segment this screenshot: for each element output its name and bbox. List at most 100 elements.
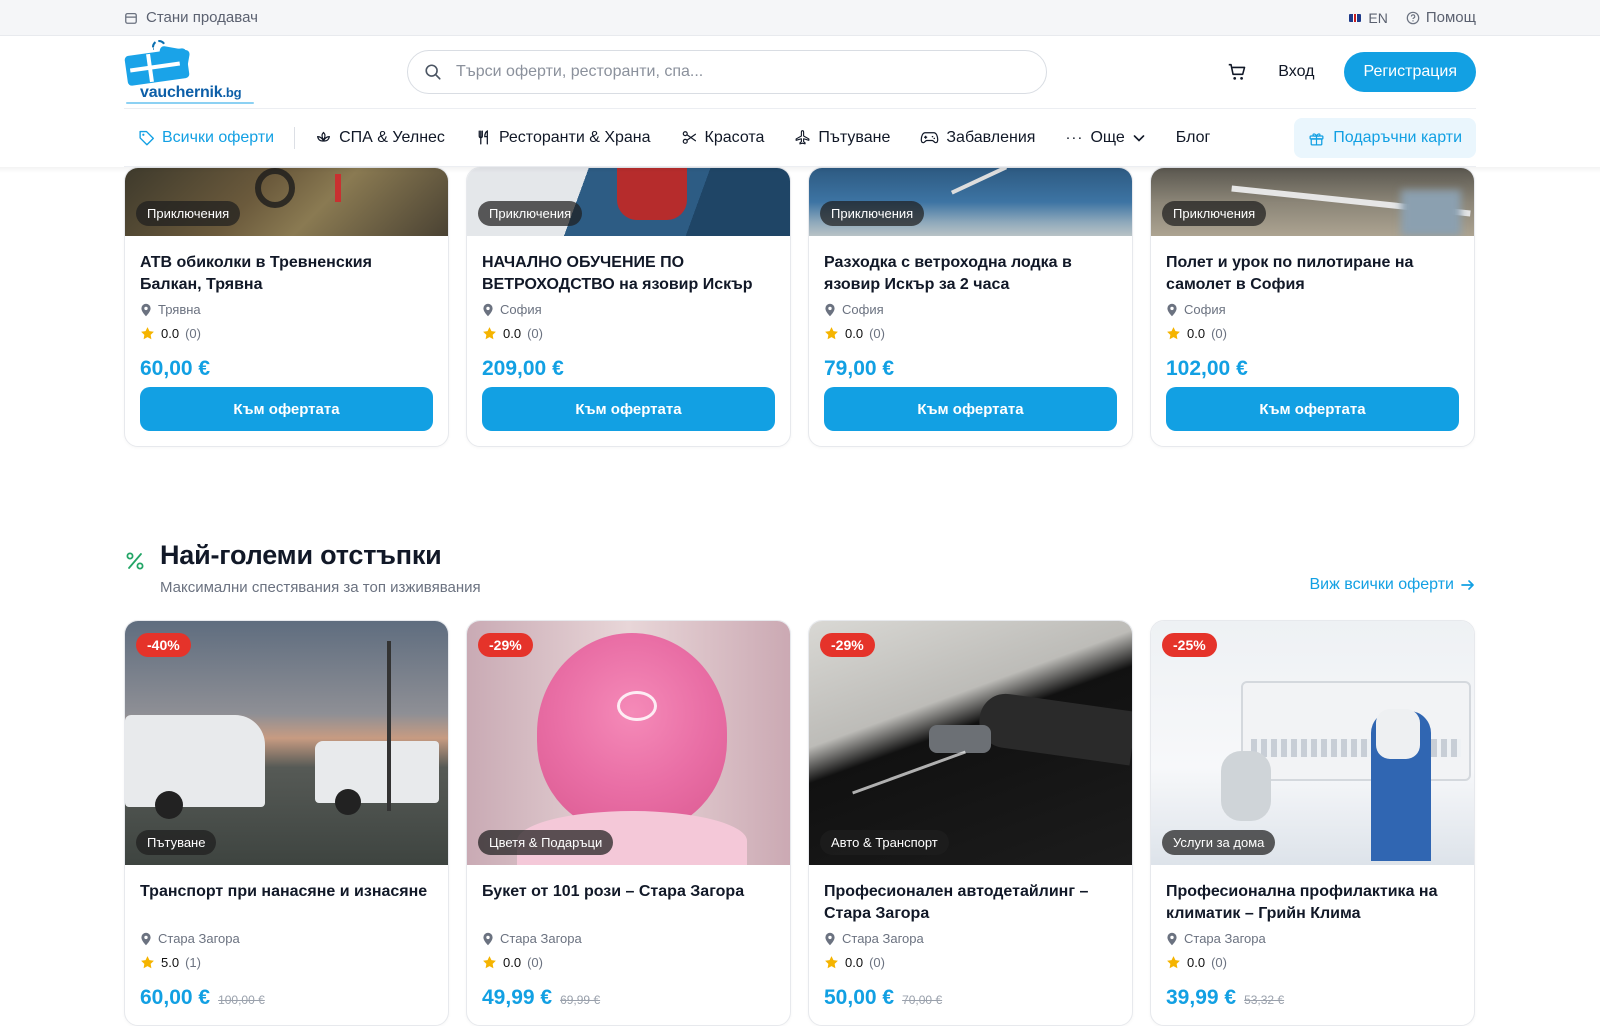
nav-blog[interactable]: Блог bbox=[1176, 129, 1211, 147]
view-offer-button[interactable]: Към офертата bbox=[1166, 387, 1459, 431]
nav-divider bbox=[294, 126, 296, 149]
discount-badge: -40% bbox=[136, 633, 191, 657]
cart-icon[interactable] bbox=[1226, 61, 1248, 83]
gift-cards-button[interactable]: Подаръчни карти bbox=[1294, 118, 1476, 158]
view-offer-button[interactable]: Към офертата bbox=[482, 387, 775, 431]
help-link[interactable]: Помощ bbox=[1406, 9, 1476, 26]
offer-title[interactable]: Полет и урок по пилотиране на самолет в … bbox=[1166, 252, 1459, 296]
discount-badge: -29% bbox=[478, 633, 533, 657]
offer-price: 79,00 € bbox=[824, 357, 895, 380]
star-icon bbox=[141, 956, 154, 969]
category-badge: Приключения bbox=[478, 201, 583, 226]
star-icon bbox=[141, 327, 154, 340]
old-price: 100,00 € bbox=[218, 993, 265, 1007]
offer-card[interactable]: -29% Цветя & Подаръци Букет от 101 рози … bbox=[466, 620, 791, 1026]
site-logo[interactable]: vauchernik.bg bbox=[124, 40, 254, 104]
offer-image: Приключения bbox=[1151, 168, 1474, 236]
offer-title[interactable]: Професионален автодетайлинг – Стара Заго… bbox=[824, 881, 1117, 925]
category-badge: Услуги за дома bbox=[1162, 830, 1276, 855]
location-pin-icon bbox=[1167, 932, 1177, 945]
category-badge: Цветя & Подаръци bbox=[478, 830, 614, 855]
offer-title[interactable]: Букет от 101 рози – Стара Загора bbox=[482, 881, 775, 925]
help-icon bbox=[1406, 11, 1420, 24]
login-link[interactable]: Вход bbox=[1278, 63, 1314, 81]
location-pin-icon bbox=[825, 932, 835, 945]
offer-image: -29% Авто & Транспорт bbox=[809, 621, 1132, 865]
offer-title[interactable]: АТВ обиколки в Тревненския Балкан, Трявн… bbox=[140, 252, 433, 296]
location-pin-icon bbox=[483, 932, 493, 945]
nav-travel[interactable]: Пътуване bbox=[794, 129, 890, 147]
location-pin-icon bbox=[825, 303, 835, 316]
nav-restaurants[interactable]: Ресторанти & Храна bbox=[475, 129, 651, 147]
offer-rating: 0.0 (0) bbox=[482, 326, 775, 341]
offer-location: София bbox=[824, 302, 1117, 317]
search-icon bbox=[425, 64, 441, 80]
offer-title[interactable]: Транспорт при нанасяне и изнасяне bbox=[140, 881, 433, 925]
nav-entertainment[interactable]: Забавления bbox=[920, 129, 1035, 147]
gift-icon bbox=[1309, 132, 1324, 146]
location-pin-icon bbox=[1167, 303, 1177, 316]
nav-spa[interactable]: СПА & Уелнес bbox=[315, 129, 445, 147]
offer-location: Стара Загора bbox=[824, 931, 1117, 946]
category-badge: Пътуване bbox=[136, 830, 217, 855]
nav-more[interactable]: ··· Още bbox=[1065, 129, 1145, 147]
category-badge: Приключения bbox=[820, 201, 925, 226]
old-price: 53,32 € bbox=[1244, 993, 1285, 1007]
offer-card[interactable]: Приключения Полет и урок по пилотиране н… bbox=[1150, 167, 1475, 447]
offer-title[interactable]: Професионална профилактика на климатик –… bbox=[1166, 881, 1459, 925]
star-icon bbox=[483, 956, 496, 969]
language-label: EN bbox=[1368, 9, 1388, 26]
section-subtitle: Максимални спестявания за топ изживявани… bbox=[160, 579, 481, 596]
become-seller-link[interactable]: Стани продавач bbox=[124, 9, 258, 26]
offer-image: -25% Услуги за дома bbox=[1151, 621, 1474, 865]
offer-card[interactable]: -25% Услуги за дома Професионална профил… bbox=[1150, 620, 1475, 1026]
location-pin-icon bbox=[483, 303, 493, 316]
offer-price: 60,00 € bbox=[140, 357, 211, 380]
offer-card[interactable]: -40% Пътуване Транспорт при нанасяне и и… bbox=[124, 620, 449, 1026]
plane-icon bbox=[795, 130, 810, 145]
search-input[interactable] bbox=[456, 63, 1016, 81]
more-dots-icon: ··· bbox=[1065, 129, 1084, 146]
offer-location: Стара Загора bbox=[1166, 931, 1459, 946]
offer-rating: 0.0 (0) bbox=[1166, 955, 1459, 970]
scissors-icon bbox=[682, 131, 696, 144]
offer-card[interactable]: Приключения НАЧАЛНО ОБУЧЕНИЕ ПО ВЕТРОХОД… bbox=[466, 167, 791, 447]
language-switch[interactable]: EN bbox=[1349, 9, 1388, 26]
uk-flag-icon bbox=[1349, 13, 1362, 22]
help-label: Помощ bbox=[1425, 9, 1476, 26]
offer-card[interactable]: Приключения Разходка с ветроходна лодка … bbox=[808, 167, 1133, 447]
offer-image: Приключения bbox=[809, 168, 1132, 236]
view-offer-button[interactable]: Към офертата bbox=[824, 387, 1117, 431]
offer-price: 39,99 € 53,32 € bbox=[1166, 986, 1285, 1009]
search-bar[interactable] bbox=[407, 50, 1047, 94]
view-offer-button[interactable]: Към офертата bbox=[140, 387, 433, 431]
offer-price: 60,00 € 100,00 € bbox=[140, 986, 265, 1009]
offer-price: 49,99 € 69,99 € bbox=[482, 986, 601, 1009]
discount-badge: -29% bbox=[820, 633, 875, 657]
nav-all-offers[interactable]: Всички оферти bbox=[124, 129, 274, 147]
store-icon bbox=[125, 12, 137, 24]
register-button[interactable]: Регистрация bbox=[1344, 52, 1476, 92]
location-pin-icon bbox=[141, 932, 151, 945]
fork-knife-icon bbox=[478, 130, 488, 145]
offer-location: Трявна bbox=[140, 302, 433, 317]
offer-rating: 0.0 (0) bbox=[1166, 326, 1459, 341]
old-price: 70,00 € bbox=[902, 993, 943, 1007]
star-icon bbox=[825, 327, 838, 340]
offer-card[interactable]: -29% Авто & Транспорт Професионален авто… bbox=[808, 620, 1133, 1026]
section-title: Най-големи отстъпки bbox=[160, 540, 442, 570]
offer-location: Стара Загора bbox=[140, 931, 433, 946]
offer-location: Стара Загора bbox=[482, 931, 775, 946]
offer-card[interactable]: Приключения АТВ обиколки в Тревненския Б… bbox=[124, 167, 449, 447]
offer-rating: 0.0 (0) bbox=[824, 955, 1117, 970]
offer-rating: 0.0 (0) bbox=[824, 326, 1117, 341]
offer-location: София bbox=[1166, 302, 1459, 317]
nav-beauty[interactable]: Красота bbox=[681, 129, 764, 147]
discount-offers-row: -40% Пътуване Транспорт при нанасяне и и… bbox=[124, 620, 1475, 1026]
view-all-offers-link[interactable]: Виж всички оферти bbox=[1309, 576, 1476, 594]
category-badge: Приключения bbox=[136, 201, 241, 226]
become-seller-label: Стани продавач bbox=[146, 9, 258, 26]
arrow-right-icon bbox=[1461, 580, 1474, 590]
offer-title[interactable]: НАЧАЛНО ОБУЧЕНИЕ ПО ВЕТРОХОДСТВО на язов… bbox=[482, 252, 775, 296]
offer-title[interactable]: Разходка с ветроходна лодка в язовир Иск… bbox=[824, 252, 1117, 296]
